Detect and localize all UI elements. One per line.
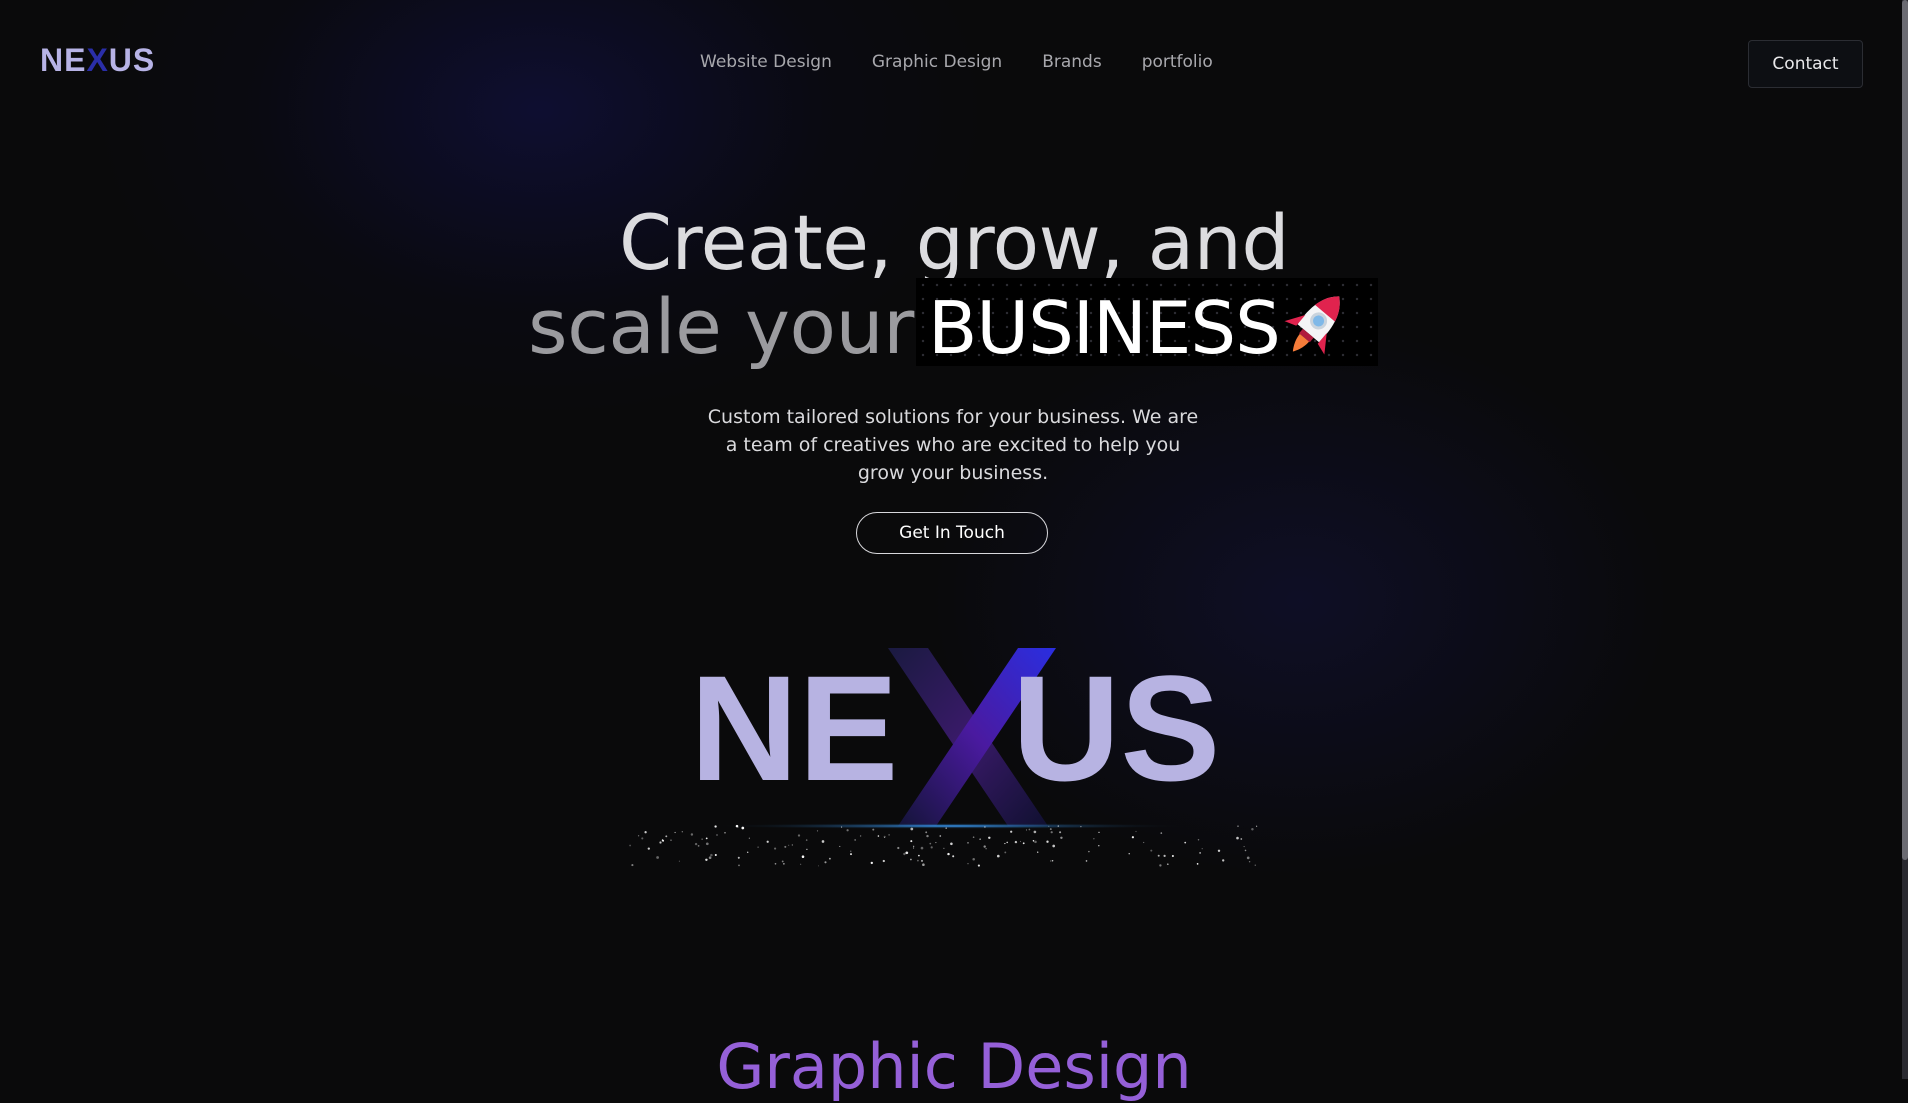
business-highlight: BUSINESS: [916, 278, 1378, 370]
main-nav: Website Design Graphic Design Brands por…: [700, 52, 1213, 72]
nav-website-design[interactable]: Website Design: [700, 52, 832, 72]
logo-text-x: X: [86, 42, 109, 78]
rocket-icon: [1284, 296, 1340, 355]
site-logo[interactable]: NEXUS: [40, 42, 155, 79]
nav-brands[interactable]: Brands: [1042, 52, 1102, 72]
business-highlight-text: BUSINESS: [928, 286, 1281, 370]
hero-headline-line1: Create, grow, and: [618, 198, 1290, 287]
nav-portfolio[interactable]: portfolio: [1142, 52, 1213, 72]
sparkle-dots: [629, 824, 1258, 867]
nav-graphic-design[interactable]: Graphic Design: [872, 52, 1002, 72]
big-logo-left: NE: [690, 644, 898, 812]
page-scrollbar[interactable]: [1902, 0, 1908, 1079]
hero-subtitle: Custom tailored solutions for your busin…: [707, 406, 1199, 484]
logo-glow-line: [710, 823, 1190, 829]
contact-button[interactable]: Contact: [1748, 40, 1863, 88]
hero-nexus-logo: NE US: [629, 644, 1258, 867]
logo-text-right: US: [108, 42, 156, 78]
scrollbar-thumb[interactable]: [1902, 0, 1908, 860]
get-in-touch-button[interactable]: Get In Touch: [856, 512, 1048, 554]
section-title-graphic-design: Graphic Design: [716, 1030, 1192, 1103]
logo-text-left: NE: [40, 42, 87, 78]
big-logo-right: US: [1012, 644, 1220, 812]
hero-headline-line2: scale your: [528, 282, 914, 371]
